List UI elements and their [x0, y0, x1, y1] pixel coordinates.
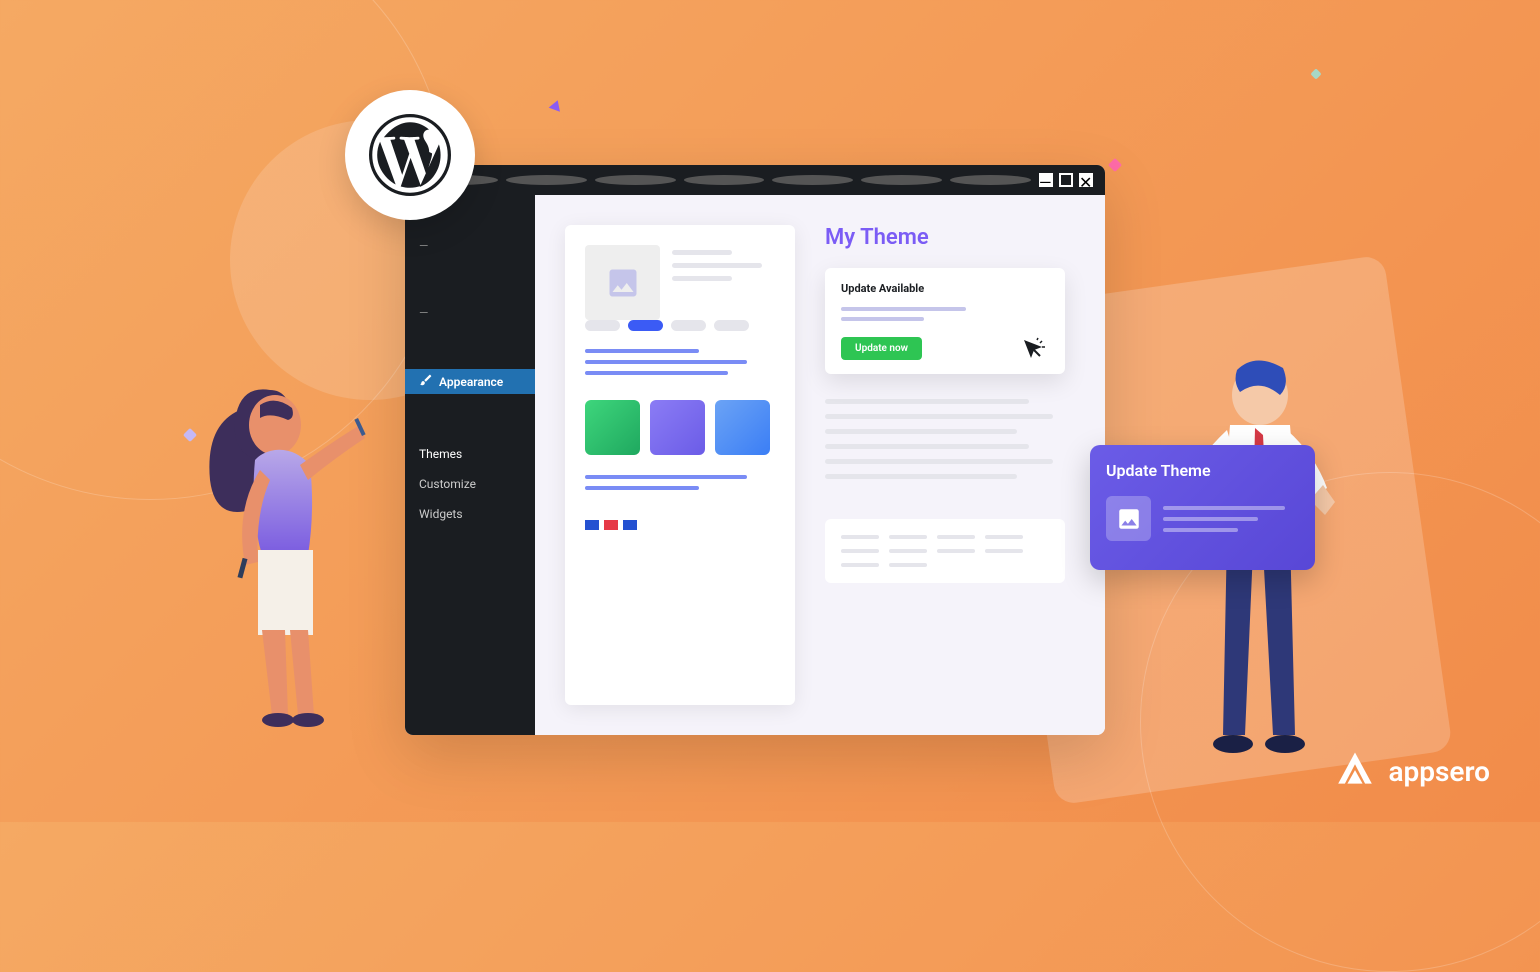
update-available-card: Update Available Update now	[825, 268, 1065, 374]
confetti	[549, 98, 564, 112]
brand-name: appsero	[1388, 755, 1490, 788]
sidebar-sub-themes[interactable]: Themes	[405, 439, 535, 469]
tab-pill[interactable]	[585, 320, 620, 331]
confetti	[1108, 158, 1122, 172]
update-available-label: Update Available	[841, 282, 1049, 295]
sidebar-item-label: Appearance	[439, 375, 503, 389]
maximize-icon[interactable]	[1059, 173, 1073, 187]
person-illustration-left	[200, 330, 400, 730]
minimize-icon[interactable]: —	[1039, 173, 1053, 187]
cursor-icon	[1021, 337, 1045, 366]
brush-icon	[419, 373, 433, 390]
tab-pill-active[interactable]	[628, 320, 663, 331]
update-now-button[interactable]: Update now	[841, 337, 922, 360]
color-swatch[interactable]	[585, 400, 640, 455]
color-swatch[interactable]	[715, 400, 770, 455]
image-placeholder-icon	[585, 245, 660, 320]
image-placeholder-icon	[1106, 496, 1151, 541]
sidebar-item-placeholder[interactable]: —	[405, 302, 535, 324]
sidebar-item-appearance[interactable]: Appearance	[405, 369, 535, 394]
tab-pill[interactable]	[714, 320, 749, 331]
wordpress-logo	[345, 90, 475, 220]
update-theme-title: Update Theme	[1106, 461, 1299, 480]
flag-icon	[585, 520, 599, 530]
color-swatch[interactable]	[650, 400, 705, 455]
wp-sidebar: — — Appearance Themes Customize Widgets	[405, 195, 535, 735]
bottom-card	[825, 519, 1065, 583]
tab-pill[interactable]	[671, 320, 706, 331]
close-icon[interactable]: ✕	[1079, 173, 1093, 187]
theme-preview-card	[565, 225, 795, 705]
flag-icon	[623, 520, 637, 530]
browser-titlebar: — ✕	[405, 165, 1105, 195]
sidebar-sub-widgets[interactable]: Widgets	[405, 499, 535, 529]
theme-title: My Theme	[825, 225, 1065, 250]
sidebar-item-placeholder[interactable]: —	[405, 235, 535, 257]
sidebar-sub-customize[interactable]: Customize	[405, 469, 535, 499]
confetti	[1310, 68, 1321, 79]
flag-icon	[604, 520, 618, 530]
update-theme-popup: Update Theme	[1090, 445, 1315, 570]
browser-window: — ✕ — — Appearance Themes Customize Widg…	[405, 165, 1105, 735]
